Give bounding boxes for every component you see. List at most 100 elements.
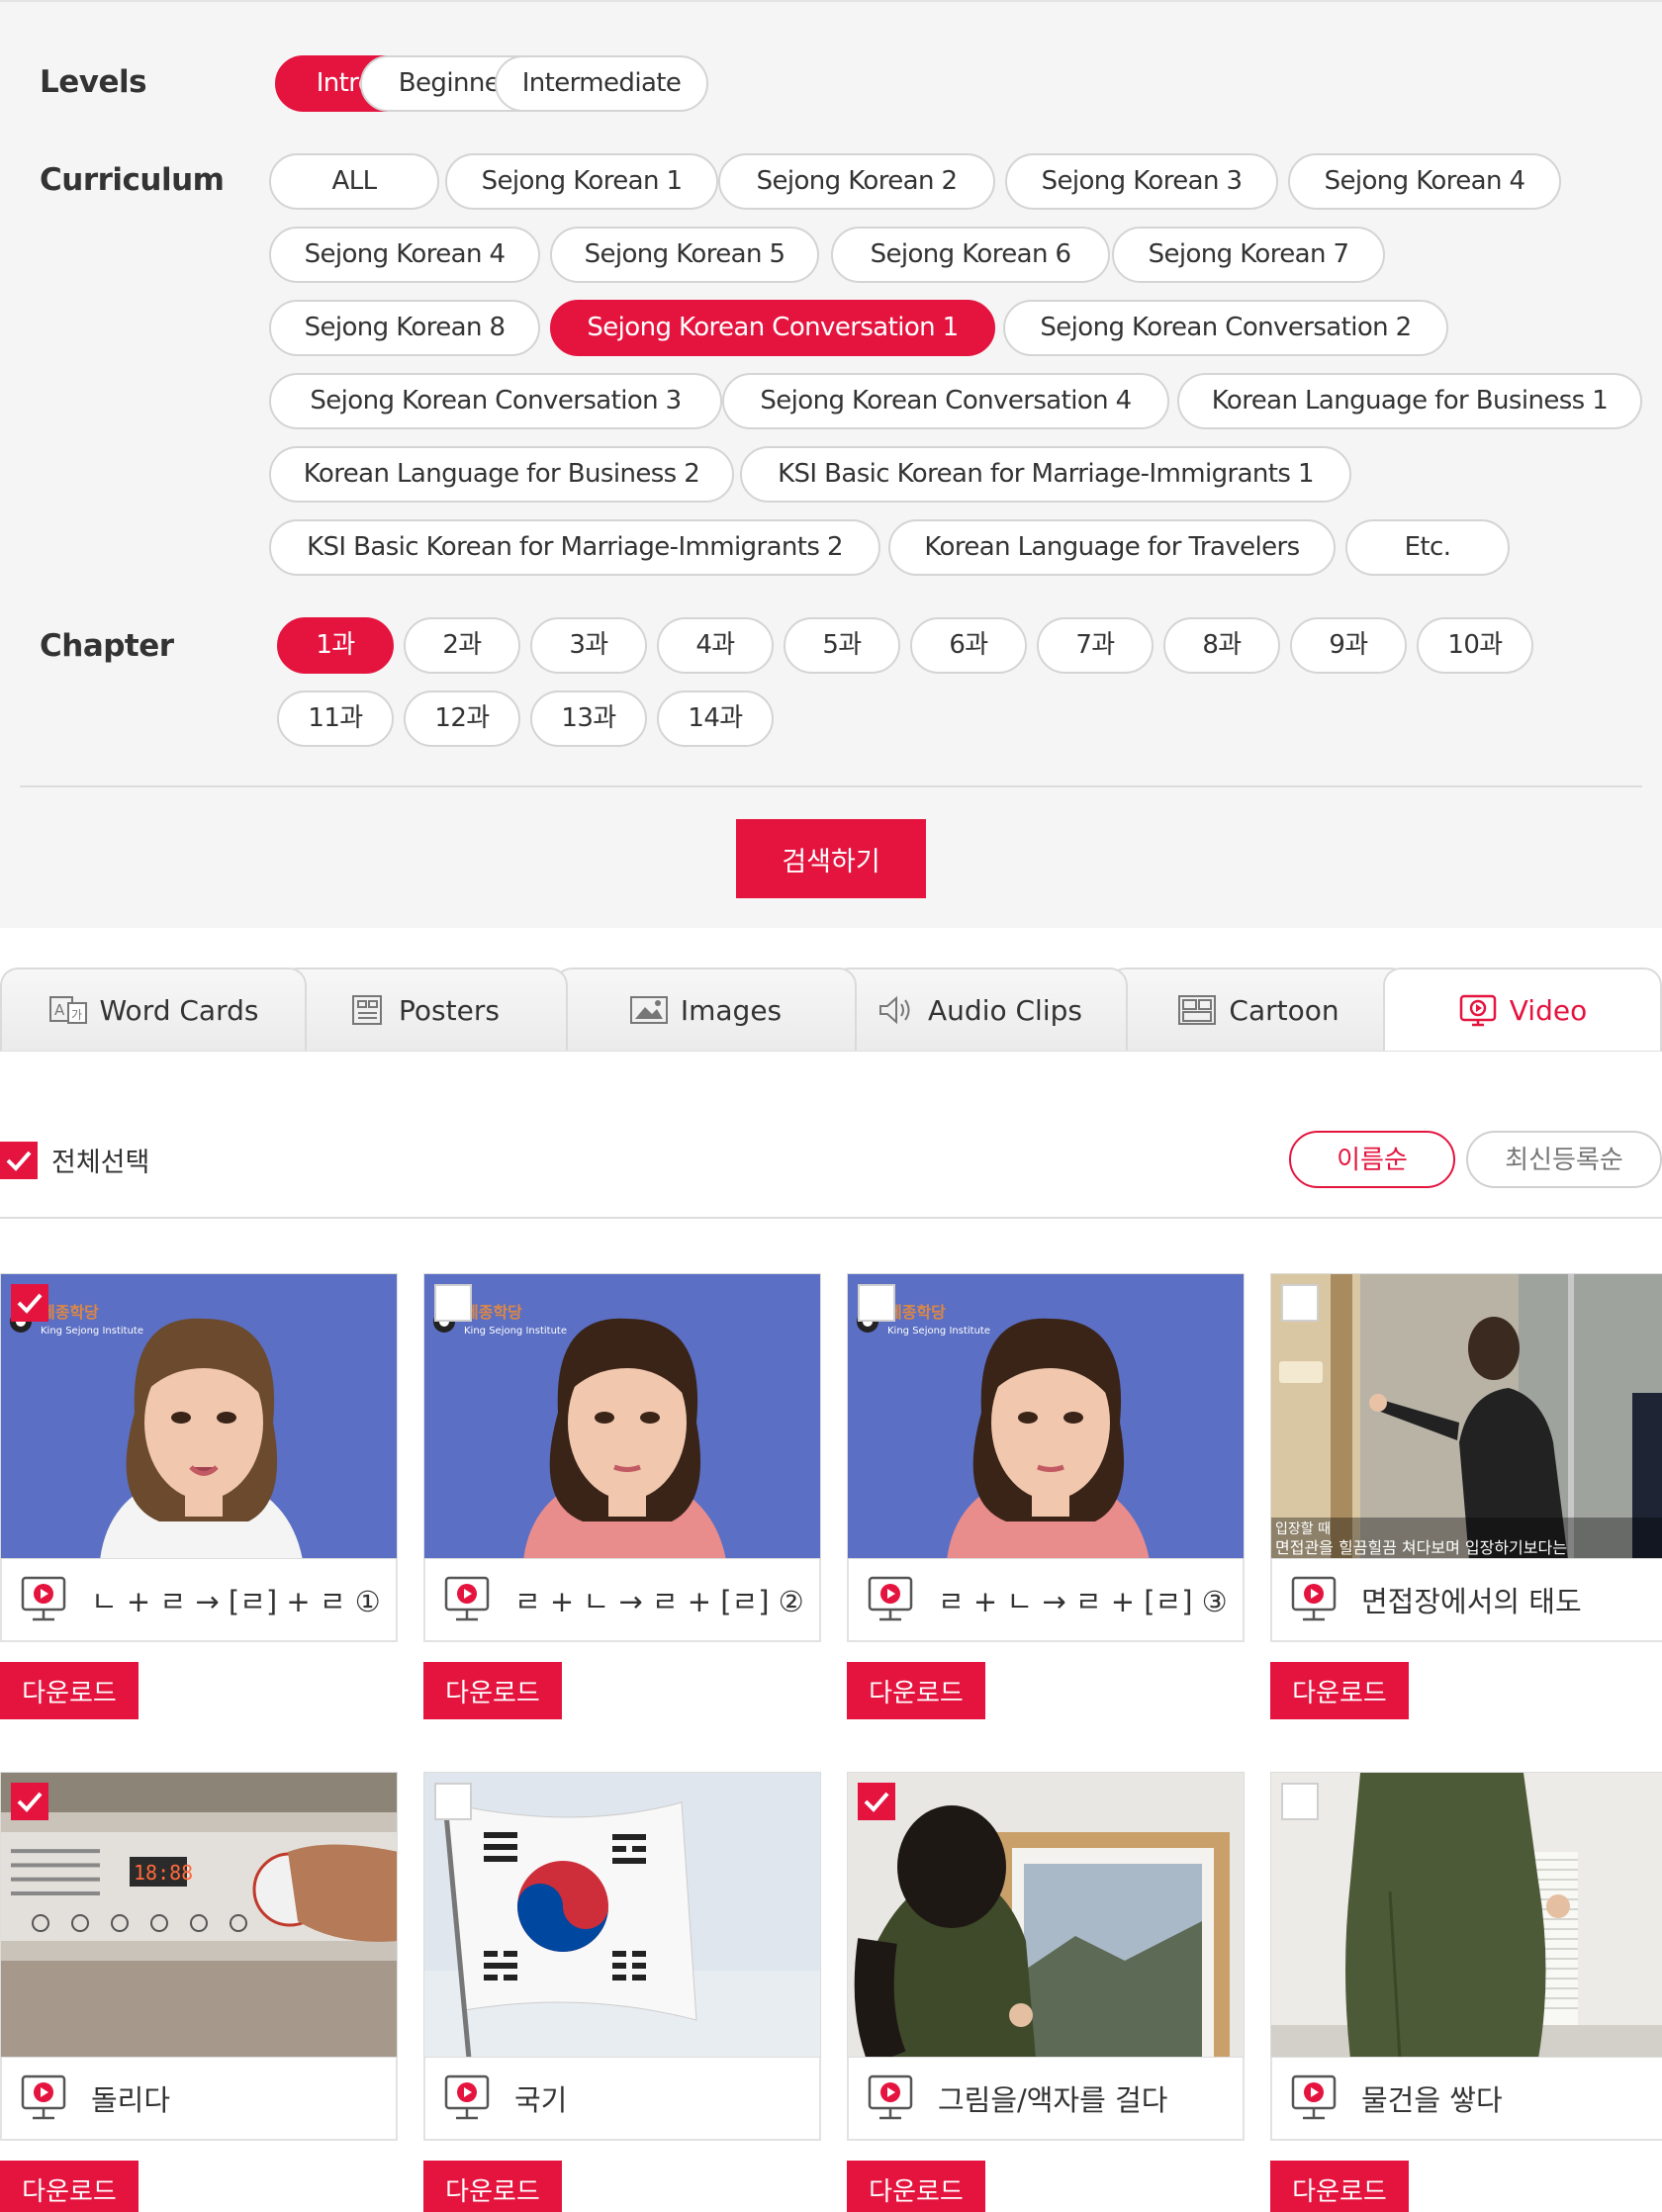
download-button[interactable]: 다운로드 [0,2161,138,2212]
curriculum-option-14[interactable]: Korean Language for Business 1 [1177,373,1642,429]
video-caption[interactable]: 국기 [423,2058,821,2141]
video-title: ㄴ + ㄹ → [ㄹ] + ㄹ ① [91,1585,381,1618]
check-icon [864,1792,889,1812]
sort-by-latest-button[interactable]: 최신등록순 [1466,1131,1662,1188]
video-thumbnail[interactable]: 세종학당 King Sejong Institute [847,1273,1245,1559]
chapter-option-10[interactable]: 11과 [277,691,394,747]
cartoon-icon [1178,995,1217,1025]
curriculum-option-18[interactable]: Korean Language for Travelers [888,519,1336,576]
video-select-checkbox[interactable] [858,1783,895,1820]
curriculum-option-5[interactable]: Sejong Korean 4 [269,227,540,283]
curriculum-option-3[interactable]: Sejong Korean 3 [1005,153,1278,210]
curriculum-option-10[interactable]: Sejong Korean Conversation 1 [550,300,995,356]
video-thumbnail[interactable]: 세종학당 King Sejong Institute [423,1273,821,1559]
video-thumbnail[interactable] [847,1772,1245,2058]
video-card: 세종학당 King Sejong Institute ㄹ + ㄴ → ㄹ + [… [847,1273,1245,1719]
tab-audio-clips[interactable]: Audio Clips [831,968,1128,1051]
level-option-2[interactable]: Intermediate [495,55,708,112]
video-select-checkbox[interactable] [858,1284,895,1322]
list-divider [0,1217,1662,1219]
video-play-icon [21,1576,66,1621]
curriculum-option-0[interactable]: ALL [269,153,439,210]
video-thumbnail[interactable]: 입장할 때 면접관을 힐끔힐끔 쳐다보며 입장하기보다는 [1270,1273,1662,1559]
download-button[interactable]: 다운로드 [847,1662,985,1719]
curriculum-option-4[interactable]: Sejong Korean 4 [1288,153,1561,210]
download-button[interactable]: 다운로드 [0,1662,138,1719]
curriculum-option-8[interactable]: Sejong Korean 7 [1112,227,1385,283]
svg-text:18:88: 18:88 [134,1861,193,1885]
chapter-option-7[interactable]: 8과 [1163,617,1280,674]
chapter-option-12[interactable]: 13과 [530,691,647,747]
chapter-option-2[interactable]: 3과 [530,617,647,674]
video-caption[interactable]: ㄹ + ㄴ → ㄹ + [ㄹ] ③ [847,1559,1245,1642]
check-icon [17,1792,43,1812]
logo-caption: King Sejong Institute [887,1326,990,1336]
video-caption[interactable]: 면접장에서의 태도 [1270,1559,1662,1642]
video-title: 그림을/액자를 걸다 [938,2083,1168,2117]
tab-video[interactable]: Video [1383,968,1662,1051]
video-caption[interactable]: 물건을 쌓다 [1270,2058,1662,2141]
thumbnail-image: 입장할 때 면접관을 힐끔힐끔 쳐다보며 입장하기보다는 [1271,1274,1662,1558]
chapter-option-13[interactable]: 14과 [657,691,774,747]
video-caption[interactable]: ㄹ + ㄴ → ㄹ + [ㄹ] ② [423,1559,821,1642]
levels-label: Levels [40,64,147,100]
video-title: 면접장에서의 태도 [1361,1585,1582,1618]
curriculum-option-16[interactable]: KSI Basic Korean for Marriage-Immigrants… [740,446,1351,503]
curriculum-option-7[interactable]: Sejong Korean 6 [831,227,1110,283]
curriculum-option-6[interactable]: Sejong Korean 5 [550,227,819,283]
video-card: 물건을 쌓다 다운로드 [1270,1772,1662,2212]
chapter-option-4[interactable]: 5과 [784,617,900,674]
curriculum-option-19[interactable]: Etc. [1345,519,1510,576]
check-icon [6,1151,32,1171]
video-select-checkbox[interactable] [11,1783,48,1820]
thumbnail-image: 세종학당 King Sejong Institute [424,1274,820,1558]
download-button[interactable]: 다운로드 [1270,2161,1409,2212]
download-button[interactable]: 다운로드 [1270,1662,1409,1719]
tab-images[interactable]: Images [554,968,857,1051]
video-caption[interactable]: 그림을/액자를 걸다 [847,2058,1245,2141]
curriculum-option-12[interactable]: Sejong Korean Conversation 3 [269,373,722,429]
video-select-checkbox[interactable] [434,1783,472,1820]
svg-text:세종학당: 세종학당 [41,1303,99,1322]
video-select-checkbox[interactable] [434,1284,472,1322]
video-caption[interactable]: ㄴ + ㄹ → [ㄹ] + ㄹ ① [0,1559,398,1642]
chapter-option-6[interactable]: 7과 [1037,617,1154,674]
download-button[interactable]: 다운로드 [847,2161,985,2212]
video-thumbnail[interactable]: 세종학당 King Sejong Institute [0,1273,398,1559]
chapter-option-5[interactable]: 6과 [910,617,1027,674]
chapter-option-1[interactable]: 2과 [404,617,520,674]
download-button[interactable]: 다운로드 [423,2161,562,2212]
video-play-icon [444,1576,490,1621]
chapter-option-11[interactable]: 12과 [404,691,520,747]
curriculum-option-13[interactable]: Sejong Korean Conversation 4 [722,373,1169,429]
subtitle-line-1: 입장할 때 [1275,1521,1331,1537]
sort-by-name-button[interactable]: 이름순 [1289,1131,1455,1188]
chapter-option-0[interactable]: 1과 [277,617,394,674]
chapter-option-9[interactable]: 10과 [1417,617,1533,674]
tab-posters[interactable]: Posters [279,968,568,1051]
thumbnail-image [848,1773,1244,2057]
select-all[interactable]: 전체선택 [0,1141,149,1179]
curriculum-option-2[interactable]: Sejong Korean 2 [718,153,995,210]
download-button[interactable]: 다운로드 [423,1662,562,1719]
search-button[interactable]: 검색하기 [736,819,926,898]
curriculum-option-17[interactable]: KSI Basic Korean for Marriage-Immigrants… [269,519,880,576]
curriculum-option-9[interactable]: Sejong Korean 8 [269,300,540,356]
video-select-checkbox[interactable] [1281,1783,1319,1820]
tab-cartoon[interactable]: Cartoon [1108,968,1409,1051]
curriculum-option-1[interactable]: Sejong Korean 1 [445,153,718,210]
video-thumbnail[interactable] [1270,1772,1662,2058]
chapter-option-3[interactable]: 4과 [657,617,774,674]
video-select-checkbox[interactable] [11,1284,48,1322]
curriculum-option-15[interactable]: Korean Language for Business 2 [269,446,734,503]
chapter-option-8[interactable]: 9과 [1290,617,1407,674]
select-all-checkbox[interactable] [0,1141,38,1179]
audio-clips-icon [879,995,910,1025]
curriculum-option-11[interactable]: Sejong Korean Conversation 2 [1003,300,1448,356]
video-select-checkbox[interactable] [1281,1284,1319,1322]
logo-caption: King Sejong Institute [41,1326,143,1336]
video-caption[interactable]: 돌리다 [0,2058,398,2141]
video-thumbnail[interactable] [423,1772,821,2058]
tab-word-cards[interactable]: A 가 Word Cards [0,968,307,1051]
video-thumbnail[interactable]: 18:88 [0,1772,398,2058]
